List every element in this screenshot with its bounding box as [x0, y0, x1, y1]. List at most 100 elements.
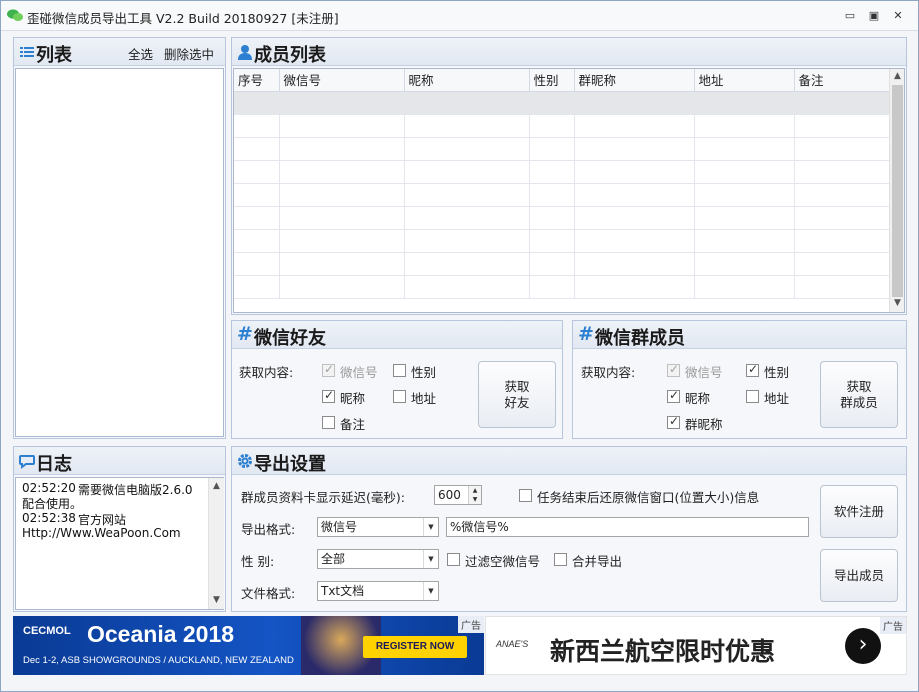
members-panel-title: 成员列表	[254, 45, 326, 66]
column-header[interactable]: 性别	[529, 69, 575, 92]
ad-register-button[interactable]: REGISTER NOW	[363, 636, 467, 658]
table-row[interactable]	[234, 229, 890, 253]
chevron-down-icon[interactable]: ▼	[423, 582, 438, 600]
chevron-right-icon[interactable]: ›	[845, 628, 881, 664]
friends-fetch-label: 获取内容:	[239, 365, 294, 380]
log-box[interactable]: 02:52:20 需要微信电脑版2.6.0 配合使用。 02:52:38 官方网…	[15, 477, 224, 610]
gender-select-value: 全部	[321, 552, 346, 566]
group-wechat-id-label: 微信号	[685, 365, 723, 380]
window-title: 歪碰微信成员导出工具 V2.2 Build 20180927 [未注册]	[27, 11, 339, 26]
select-all-link[interactable]: 全选	[128, 44, 153, 63]
chevron-down-icon[interactable]: ▼	[423, 518, 438, 536]
delete-selected-link[interactable]: 删除选中	[164, 44, 214, 63]
close-button[interactable]: ✕	[887, 7, 909, 25]
friends-wechat-id-checkbox[interactable]	[322, 362, 335, 377]
column-header[interactable]: 序号	[234, 69, 280, 92]
filter-empty-label: 过滤空微信号	[465, 554, 541, 569]
friends-nickname-checkbox[interactable]	[322, 388, 335, 403]
ad-banner-right[interactable]: ANAE'S 新西兰航空限时优惠 › 广告	[485, 616, 907, 675]
export-panel-header: 导出设置	[232, 447, 906, 475]
gender-label: 性 别:	[241, 554, 275, 569]
friends-remark-checkbox[interactable]	[322, 416, 335, 429]
restore-button[interactable]: ▣	[863, 7, 885, 25]
scroll-up-icon[interactable]: ▲	[209, 481, 224, 491]
fetch-group-members-button[interactable]: 获取 群成员	[820, 361, 898, 428]
scroll-thumb[interactable]	[892, 85, 903, 297]
list-icon	[20, 47, 34, 57]
scroll-up-icon[interactable]: ▲	[890, 71, 904, 81]
delay-spinner[interactable]: 600 ▲ ▼	[434, 485, 482, 505]
group-panel: # 微信群成员 获取内容: 微信号 性别 昵称 地址 群昵称 获取 群成员	[572, 320, 907, 439]
group-list[interactable]	[15, 68, 224, 437]
column-header[interactable]: 备注	[794, 69, 890, 92]
restore-window-checkbox[interactable]	[519, 489, 532, 502]
column-header[interactable]: 昵称	[404, 69, 530, 92]
format-select[interactable]: 微信号 ▼	[317, 517, 439, 537]
group-gender-label: 性别	[764, 365, 790, 380]
filter-empty-checkbox[interactable]	[447, 553, 460, 566]
register-button[interactable]: 软件注册	[820, 485, 898, 538]
members-scrollbar[interactable]: ▲ ▼	[889, 69, 904, 312]
export-members-button[interactable]: 导出成员	[820, 549, 898, 602]
log-scrollbar[interactable]: ▲ ▼	[208, 478, 224, 609]
file-format-select[interactable]: Txt文档 ▼	[317, 581, 439, 601]
format-label: 导出格式:	[241, 522, 296, 537]
group-nickname-checkbox[interactable]	[667, 388, 680, 403]
group-nickname-in-group-checkbox[interactable]	[667, 414, 680, 429]
table-row[interactable]	[234, 160, 890, 184]
restore-window-label: 任务结束后还原微信窗口(位置大小)信息	[537, 490, 760, 505]
table-row[interactable]	[234, 252, 890, 276]
members-header-row: 序号 微信号 昵称 性别 群昵称 地址 备注	[234, 69, 890, 92]
members-grid: 序号 微信号 昵称 性别 群昵称 地址 备注	[234, 69, 890, 299]
scroll-down-icon[interactable]: ▼	[890, 298, 904, 308]
friends-panel: # 微信好友 获取内容: 微信号 性别 昵称 地址 备注 获取 好友	[231, 320, 563, 439]
merge-export-checkbox[interactable]	[554, 553, 567, 566]
export-panel: 导出设置 群成员资料卡显示延迟(毫秒): 600 ▲ ▼ 任务结束后还原微信窗口…	[231, 446, 907, 612]
group-panel-title: 微信群成员	[595, 328, 685, 349]
list-panel-title: 列表	[36, 45, 72, 66]
friends-address-checkbox[interactable]	[393, 390, 406, 403]
delay-label: 群成员资料卡显示延迟(毫秒):	[241, 490, 405, 505]
group-address-label: 地址	[764, 391, 790, 406]
column-header[interactable]: 微信号	[279, 69, 405, 92]
log-time: 02:52:38	[22, 511, 76, 525]
friends-panel-header: # 微信好友	[232, 321, 562, 349]
friends-address-label: 地址	[411, 391, 437, 406]
friends-wechat-id-label: 微信号	[340, 365, 378, 380]
column-header[interactable]: 群昵称	[574, 69, 695, 92]
table-row[interactable]	[234, 206, 890, 230]
gender-select[interactable]: 全部 ▼	[317, 549, 439, 569]
friends-nickname-label: 昵称	[340, 391, 366, 406]
scroll-down-icon[interactable]: ▼	[209, 595, 224, 605]
format-template-input[interactable]: %微信号%	[446, 517, 809, 537]
ad-logo: ANAE'S	[496, 639, 529, 649]
friends-gender-checkbox[interactable]	[393, 364, 406, 377]
chevron-down-icon[interactable]: ▼	[423, 550, 438, 568]
log-panel-header: 日志	[14, 447, 225, 475]
members-table[interactable]: 序号 微信号 昵称 性别 群昵称 地址 备注 ▲ ▼	[233, 68, 905, 313]
log-text-cont: 配合使用。	[22, 497, 83, 511]
format-select-value: 微信号	[321, 520, 358, 534]
group-gender-checkbox[interactable]	[746, 362, 759, 377]
table-row[interactable]	[234, 183, 890, 207]
log-panel: 日志 02:52:20 需要微信电脑版2.6.0 配合使用。 02:52:38 …	[13, 446, 226, 612]
ad-right-headline: 新西兰航空限时优惠	[550, 637, 776, 666]
column-header[interactable]: 地址	[694, 69, 795, 92]
export-panel-title: 导出设置	[254, 454, 326, 475]
table-row[interactable]	[234, 114, 890, 138]
minimize-button[interactable]: ▭	[839, 7, 861, 25]
format-template-value: %微信号%	[450, 520, 509, 534]
ad-brand: CECMOL	[23, 625, 71, 637]
fetch-friends-button[interactable]: 获取 好友	[478, 361, 556, 428]
log-text: 需要微信电脑版2.6.0	[78, 483, 193, 497]
spin-up-icon[interactable]: ▲	[468, 486, 481, 495]
spin-down-icon[interactable]: ▼	[468, 495, 481, 504]
group-address-checkbox[interactable]	[746, 390, 759, 403]
ad-banner-left[interactable]: CECMOL Oceania 2018 Dec 1-2, ASB SHOWGRO…	[13, 616, 484, 675]
group-wechat-id-checkbox[interactable]	[667, 362, 680, 377]
table-row[interactable]	[234, 91, 890, 115]
members-panel: 成员列表 序号 微信号 昵称 性别 群昵称 地址 备注 ▲ ▼	[231, 37, 907, 315]
gear-icon	[238, 454, 252, 468]
table-row[interactable]	[234, 137, 890, 161]
table-row[interactable]	[234, 275, 890, 299]
